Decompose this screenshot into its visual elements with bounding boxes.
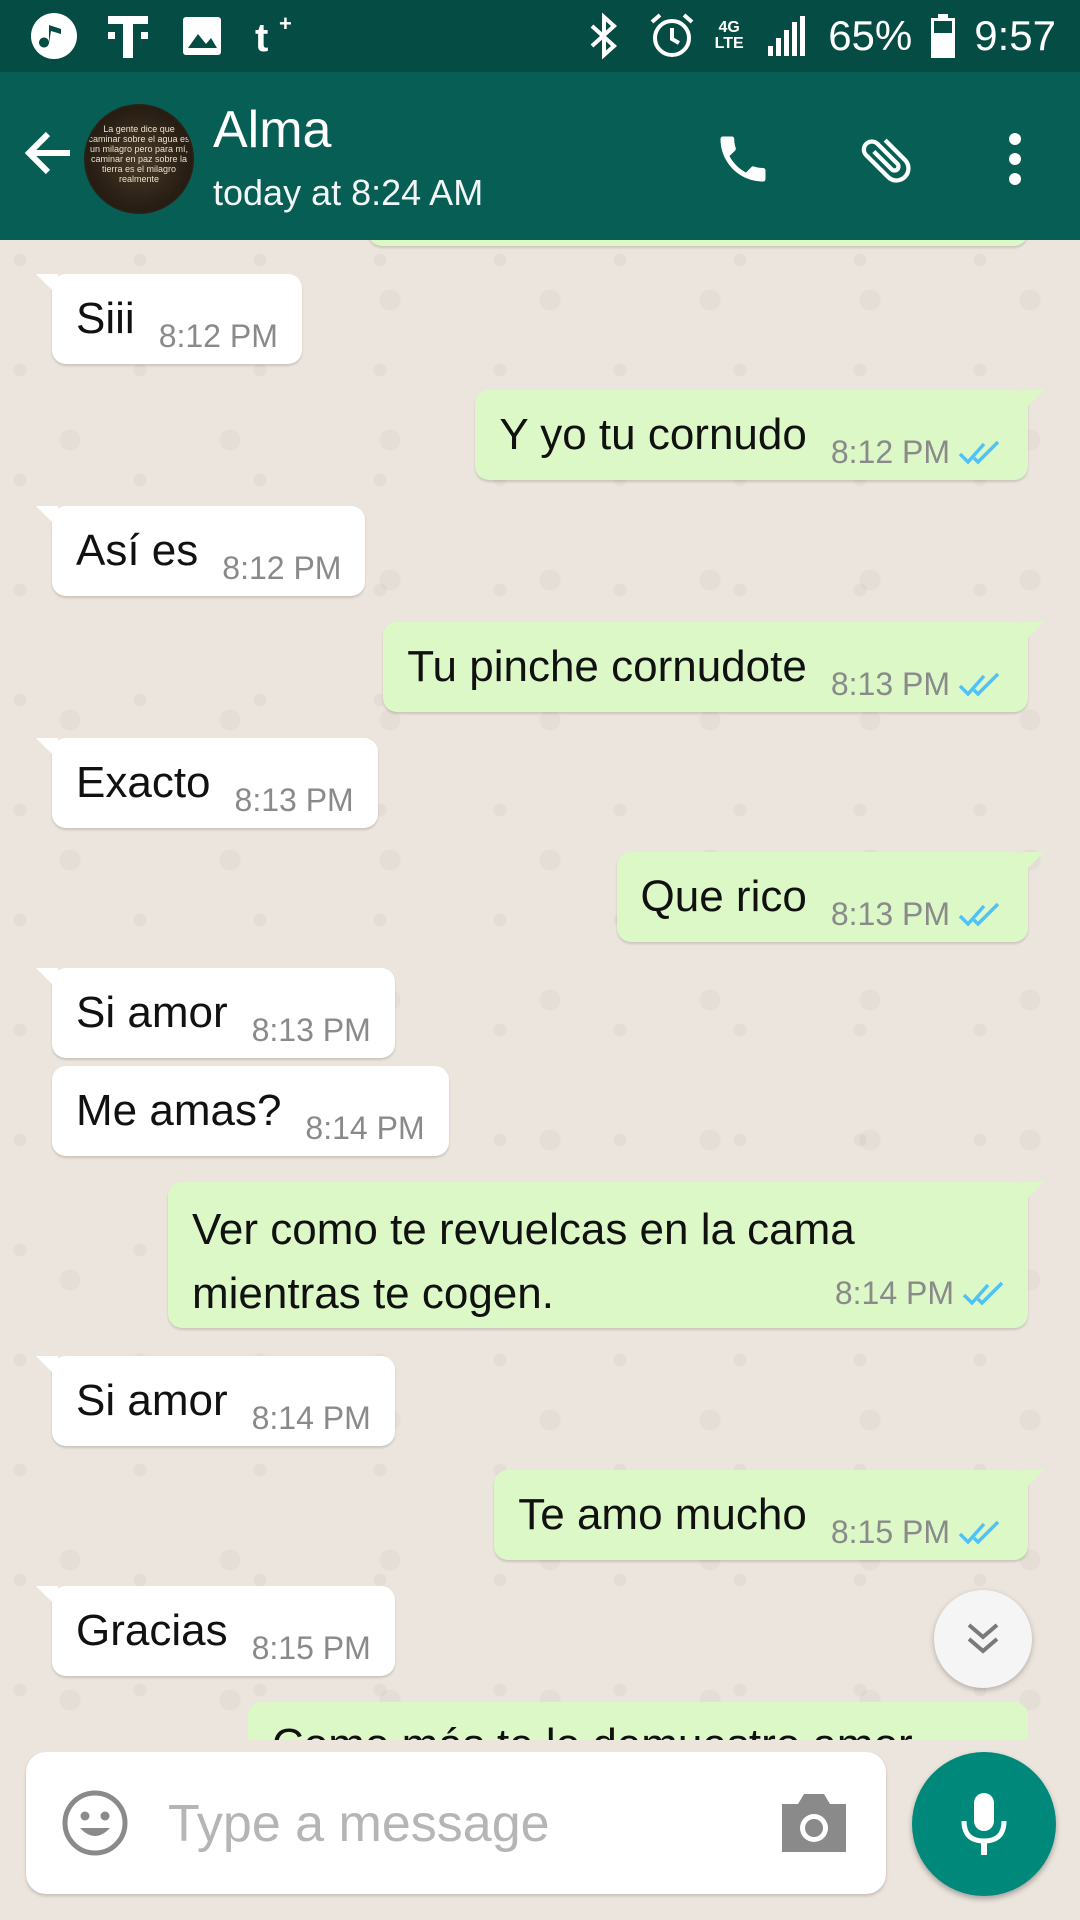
mic-icon [961,1793,1007,1855]
message-bubble-in[interactable]: Gracias 8:15 PM [36,1586,395,1676]
bubble-tail [36,274,58,296]
message-time: 8:14 PM [251,1400,371,1436]
read-ticks-icon [962,1281,1004,1306]
bluetooth-icon [578,10,630,62]
message-time: 8:15 PM [251,1630,371,1666]
message-time: 8:13 PM [831,896,1004,933]
music-icon [28,10,80,62]
message-bubble-out[interactable]: Tu pinche cornudote 8:13 PM [383,622,1044,712]
message-time: 8:13 PM [251,1012,371,1048]
message-text: Tu pinche cornudote [407,642,807,691]
message-bubble-in[interactable]: Siii 8:12 PM [36,274,302,364]
bubble-tail [36,1356,58,1378]
message-text: Como más te lo demuestro amor [272,1720,913,1740]
message-composer [26,1752,886,1894]
message-time: 8:15 PM [831,1514,1004,1551]
battery-icon [928,10,958,62]
tumblr-icon: t + [250,10,302,62]
message-time: 8:12 PM [831,434,1004,471]
message-text: Así es [76,526,199,575]
message-text: Te amo mucho [518,1490,807,1539]
network-type-icon: 4G LTE [714,19,744,52]
svg-text:+: + [279,11,292,36]
message-bubble-in[interactable]: Si amor 8:14 PM [36,1356,395,1446]
message-bubble-out[interactable]: Y yo tu cornudo 8:12 PM [475,390,1044,480]
contact-name[interactable]: Alma [213,100,331,160]
bubble-tail [36,1586,58,1608]
message-bubble-in[interactable]: Así es 8:12 PM [36,506,366,596]
contact-last-seen: today at 8:24 AM [213,172,484,213]
t-mobile-icon [102,10,154,62]
message-bubble-in[interactable]: Si amor 8:13 PM [36,968,395,1058]
message-bubble-out-partial-bottom[interactable]: Como más te lo demuestro amor [248,1702,1028,1740]
bubble-tail [36,506,58,528]
message-bubble-in[interactable]: Me amas? 8:14 PM [52,1066,449,1156]
message-text: Si amor [76,1376,228,1425]
message-time: 8:14 PM [835,1275,1008,1312]
message-time: 8:12 PM [158,318,278,354]
read-ticks-icon [958,1520,1000,1545]
avatar[interactable]: La gente dice que caminar sobre el agua … [84,104,194,214]
avatar-image-text: La gente dice que caminar sobre el agua … [88,124,190,184]
message-text: Que rico [640,872,807,921]
message-time: 8:13 PM [234,782,354,818]
message-time: 8:14 PM [305,1110,425,1146]
status-bar: t + 4G LTE 65% 9:57 [0,0,1080,72]
battery-percent: 65% [828,12,913,59]
clock: 9:57 [974,12,1056,59]
read-ticks-icon [958,672,1000,697]
scroll-to-bottom-button[interactable] [934,1590,1032,1688]
bubble-tail [1022,1182,1044,1204]
bubble-tail [36,968,58,990]
double-chevron-down-icon [967,1623,999,1654]
bubble-tail [1022,622,1044,644]
message-text: Gracias [76,1606,228,1655]
message-time: 8:12 PM [222,550,342,586]
camera-icon[interactable] [778,1790,850,1856]
phone-icon[interactable] [708,124,778,194]
chat-header: La gente dice que caminar sobre el agua … [0,72,1080,240]
signal-icon [760,10,812,62]
bubble-tail [1022,1470,1044,1492]
message-bubble-out-partial-top[interactable] [368,240,1028,246]
attach-icon[interactable] [852,124,922,194]
message-text: Si amor [76,988,228,1037]
message-text: Exacto [76,758,211,807]
emoji-icon[interactable] [60,1788,130,1858]
read-ticks-icon [958,902,1000,927]
message-bubble-out[interactable]: Que rico 8:13 PM [616,852,1044,942]
gallery-icon [176,10,228,62]
message-text-line: Ver como te revuelcas en la cama [192,1205,855,1254]
message-text: Y yo tu cornudo [499,410,807,459]
message-text: Me amas? [76,1086,282,1135]
more-vert-icon[interactable] [980,124,1050,194]
message-bubble-out[interactable]: Ver como te revuelcas en la cama mientra… [168,1182,1044,1328]
svg-text:t: t [255,16,268,60]
read-ticks-icon [958,440,1000,465]
back-arrow-icon[interactable] [18,122,80,184]
message-bubble-in[interactable]: Exacto 8:13 PM [36,738,378,828]
alarm-icon [646,10,698,62]
bubble-tail [36,738,58,760]
message-text: Siii [76,294,135,343]
chat-area[interactable]: Siii 8:12 PM Y yo tu cornudo 8:12 PM Así e… [0,240,1080,1740]
message-input[interactable] [166,1782,770,1866]
bubble-tail [1022,390,1044,412]
message-bubble-out[interactable]: Te amo mucho 8:15 PM [494,1470,1044,1560]
bubble-tail [1022,852,1044,874]
mic-button[interactable] [912,1752,1056,1896]
message-time: 8:13 PM [831,666,1004,703]
